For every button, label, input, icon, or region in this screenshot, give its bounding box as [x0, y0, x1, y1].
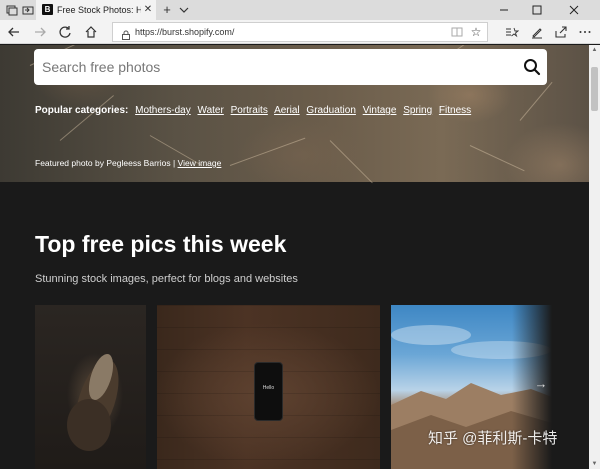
search-icon[interactable]	[523, 58, 541, 76]
maximize-button[interactable]	[529, 2, 545, 18]
hero-spine	[469, 145, 525, 172]
tab-close-icon[interactable]: ✕	[142, 3, 154, 17]
tab-actions-icon[interactable]	[5, 3, 19, 17]
category-link-aerial[interactable]: Aerial	[274, 105, 300, 116]
home-icon[interactable]	[83, 24, 99, 40]
reading-view-icon[interactable]	[451, 26, 463, 38]
section-subtitle: Stunning stock images, perfect for blogs…	[35, 273, 298, 285]
popular-categories-label: Popular categories:	[35, 105, 129, 116]
scroll-up-arrow-icon[interactable]: ▲	[589, 45, 600, 55]
view-image-link[interactable]: View image	[178, 158, 222, 168]
share-icon[interactable]	[553, 24, 569, 40]
carousel-next-arrow-icon[interactable]: →	[532, 375, 550, 393]
favorite-star-icon[interactable]: ☆	[469, 25, 483, 39]
search-input[interactable]	[42, 49, 512, 85]
refresh-icon[interactable]	[57, 24, 73, 40]
photo-credit: Featured photo by Pegleess Barrios | Vie…	[35, 157, 221, 169]
category-link-water[interactable]: Water	[198, 105, 224, 116]
new-tab-button[interactable]: +	[160, 2, 174, 18]
forward-arrow-icon[interactable]	[32, 24, 48, 40]
more-menu-icon[interactable]	[577, 24, 593, 40]
category-link-vintage[interactable]: Vintage	[363, 105, 397, 116]
back-arrow-icon[interactable]	[6, 24, 22, 40]
category-link-mothers-day[interactable]: Mothers-day	[135, 105, 191, 116]
scroll-down-arrow-icon[interactable]: ▼	[589, 459, 600, 469]
vertical-scrollbar[interactable]: ▲ ▼	[589, 45, 600, 469]
hero-spine	[229, 137, 306, 166]
tab-burst-shopify[interactable]: B Free Stock Photos: High ✕	[36, 0, 156, 20]
web-notes-pen-icon[interactable]	[529, 24, 545, 40]
minimize-button[interactable]	[496, 2, 512, 18]
scrollbar-thumb[interactable]	[591, 67, 598, 111]
plant-bud-image	[67, 353, 119, 451]
phone-screen-text: Hello	[262, 385, 275, 391]
photo-card-plant-bud[interactable]	[35, 305, 146, 469]
address-bar[interactable]: https://burst.shopify.com/ ☆	[112, 22, 488, 42]
photo-card-phone-on-wood[interactable]: Hello	[157, 305, 380, 469]
smartphone: Hello	[254, 362, 283, 421]
category-link-spring[interactable]: Spring	[403, 105, 432, 116]
category-link-fitness[interactable]: Fitness	[439, 105, 471, 116]
hero-spine	[329, 140, 373, 184]
hero-spine	[519, 81, 553, 121]
favorites-list-icon[interactable]	[503, 24, 520, 40]
tab-title: Free Stock Photos: High	[57, 5, 141, 15]
category-link-graduation[interactable]: Graduation	[306, 105, 355, 116]
hero-banner-photo: Popular categories: Mothers-day Water Po…	[0, 45, 589, 184]
lock-icon[interactable]	[121, 27, 131, 40]
section-title: Top free pics this week	[35, 231, 287, 257]
photo-credit-text: Featured photo by Pegleess Barrios |	[35, 158, 176, 168]
search-box	[34, 49, 547, 85]
hero-spine	[59, 95, 114, 141]
category-link-portraits[interactable]: Portraits	[231, 105, 268, 116]
set-tabs-aside-icon[interactable]	[21, 3, 35, 17]
burst-favicon-icon: B	[42, 4, 53, 15]
browser-toolbar: https://burst.shopify.com/ ☆	[0, 20, 600, 44]
browser-tab-bar: B Free Stock Photos: High ✕ +	[0, 0, 600, 20]
tab-list-chevron-icon[interactable]	[178, 3, 190, 17]
url-text[interactable]: https://burst.shopify.com/	[135, 26, 234, 39]
page-viewport: Popular categories: Mothers-day Water Po…	[0, 45, 589, 469]
watermark: 知乎 @菲利斯-卡特	[428, 430, 558, 447]
close-window-button[interactable]	[566, 2, 582, 18]
popular-categories: Popular categories: Mothers-day Water Po…	[35, 104, 475, 118]
